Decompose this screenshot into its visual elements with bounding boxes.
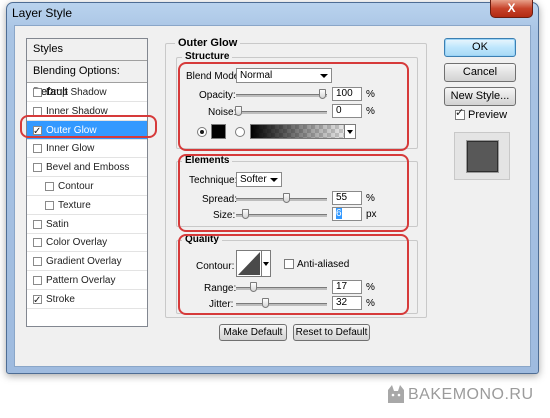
- style-checkbox[interactable]: [33, 257, 42, 267]
- preview-checkbox[interactable]: [455, 106, 465, 120]
- style-label: Bevel and Emboss: [46, 162, 130, 174]
- style-checkbox[interactable]: [45, 200, 54, 210]
- style-checkbox[interactable]: [33, 238, 42, 248]
- highlight-frame-outer-glow: [20, 115, 157, 138]
- styles-list-item[interactable]: Inner Glow: [27, 139, 147, 159]
- styles-list-item[interactable]: Pattern Overlay: [27, 271, 147, 290]
- style-label: Satin: [46, 218, 69, 230]
- highlight-frame-elements: [178, 154, 409, 232]
- style-label: Pattern Overlay: [46, 275, 116, 286]
- ok-button[interactable]: OK: [444, 38, 516, 57]
- style-checkbox[interactable]: [33, 144, 42, 154]
- highlight-frame-quality: [178, 234, 409, 315]
- style-checkbox[interactable]: [33, 291, 42, 310]
- preview-label: Preview: [468, 109, 508, 121]
- styles-list-item[interactable]: Gradient Overlay: [27, 252, 147, 272]
- preview-thumbnail: [454, 132, 510, 180]
- styles-list-header[interactable]: Styles: [27, 39, 147, 61]
- style-checkbox[interactable]: [33, 219, 42, 229]
- reset-to-default-button[interactable]: Reset to Default: [293, 324, 370, 341]
- style-label: Drop Shadow: [46, 87, 107, 98]
- styles-list-item[interactable]: Bevel and Emboss: [27, 158, 147, 178]
- styles-list-item[interactable]: Contour: [27, 177, 147, 196]
- close-icon: X: [507, 1, 516, 15]
- preview-swatch: [467, 141, 498, 172]
- styles-list-item[interactable]: Texture: [27, 196, 147, 215]
- highlight-frame-structure: [178, 62, 409, 151]
- style-checkbox[interactable]: [33, 163, 42, 173]
- style-label: Contour: [58, 181, 94, 192]
- make-default-button[interactable]: Make Default: [219, 324, 287, 341]
- style-label: Color Overlay: [46, 237, 108, 249]
- window-title: Layer Style: [12, 6, 73, 20]
- outer-glow-title: Outer Glow: [175, 37, 241, 49]
- style-checkbox[interactable]: [33, 276, 42, 285]
- style-label: Texture: [58, 199, 91, 211]
- style-checkbox[interactable]: [33, 88, 42, 97]
- watermark-text: BAKEMONO.RU: [408, 386, 534, 403]
- cancel-button[interactable]: Cancel: [444, 63, 516, 82]
- styles-list-item[interactable]: Color Overlay: [27, 233, 147, 253]
- styles-list-item[interactable]: Stroke: [27, 290, 147, 310]
- styles-list-item[interactable]: Satin: [27, 215, 147, 234]
- new-style-button[interactable]: New Style...: [444, 87, 516, 106]
- cat-logo-icon: [388, 385, 404, 403]
- close-button[interactable]: X: [490, 0, 533, 18]
- style-label: Gradient Overlay: [46, 256, 122, 268]
- style-label: Stroke: [46, 293, 75, 305]
- style-label: Inner Glow: [46, 143, 95, 155]
- blending-options-item[interactable]: Blending Options: Default: [27, 61, 147, 98]
- style-checkbox[interactable]: [45, 182, 54, 191]
- styles-list-item[interactable]: Drop Shadow: [27, 83, 147, 102]
